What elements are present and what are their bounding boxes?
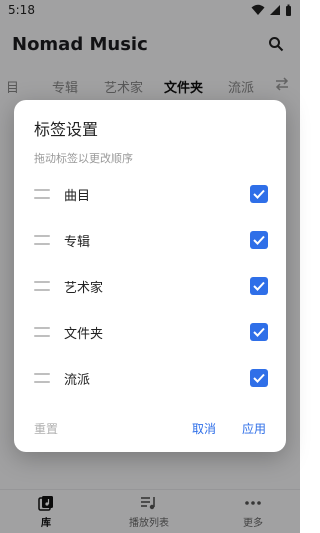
tab-option-label: 文件夹 (64, 326, 104, 342)
check-icon (253, 281, 265, 291)
drag-handle-icon[interactable] (34, 235, 50, 245)
dialog-action-group: 取消 应用 (192, 420, 266, 437)
tab-option-row[interactable]: 艺术家 (34, 274, 268, 298)
reset-button[interactable]: 重置 (34, 420, 58, 437)
tab-option-label: 艺术家 (64, 280, 104, 296)
dialog-actions: 重置 取消 应用 (34, 418, 266, 438)
tab-option-checkbox[interactable] (250, 185, 268, 203)
tab-option-label: 流派 (64, 372, 91, 388)
dialog-subtitle: 拖动标签以更改顺序 (34, 152, 133, 165)
tab-option-checkbox[interactable] (250, 369, 268, 387)
tab-option-checkbox[interactable] (250, 277, 268, 295)
check-icon (253, 235, 265, 245)
tab-option-row[interactable]: 曲目 (34, 182, 268, 206)
cancel-button[interactable]: 取消 (192, 420, 216, 437)
drag-handle-icon[interactable] (34, 281, 50, 291)
tab-option-row[interactable]: 专辑 (34, 228, 268, 252)
check-icon (253, 327, 265, 337)
drag-handle-icon[interactable] (34, 189, 50, 199)
tab-option-checkbox[interactable] (250, 323, 268, 341)
check-icon (253, 189, 265, 199)
tab-option-checkbox[interactable] (250, 231, 268, 249)
apply-button[interactable]: 应用 (242, 420, 266, 437)
drag-handle-icon[interactable] (34, 373, 50, 383)
drag-handle-icon[interactable] (34, 327, 50, 337)
tab-option-row[interactable]: 文件夹 (34, 320, 268, 344)
tab-settings-dialog: 标签设置 拖动标签以更改顺序 曲目 专辑 艺术家 文件夹 流派 重置 取消 应用 (14, 100, 286, 452)
dialog-title: 标签设置 (34, 120, 99, 139)
tab-option-row[interactable]: 流派 (34, 366, 268, 390)
tab-option-label: 曲目 (64, 188, 91, 204)
tab-option-label: 专辑 (64, 234, 91, 250)
check-icon (253, 373, 265, 383)
